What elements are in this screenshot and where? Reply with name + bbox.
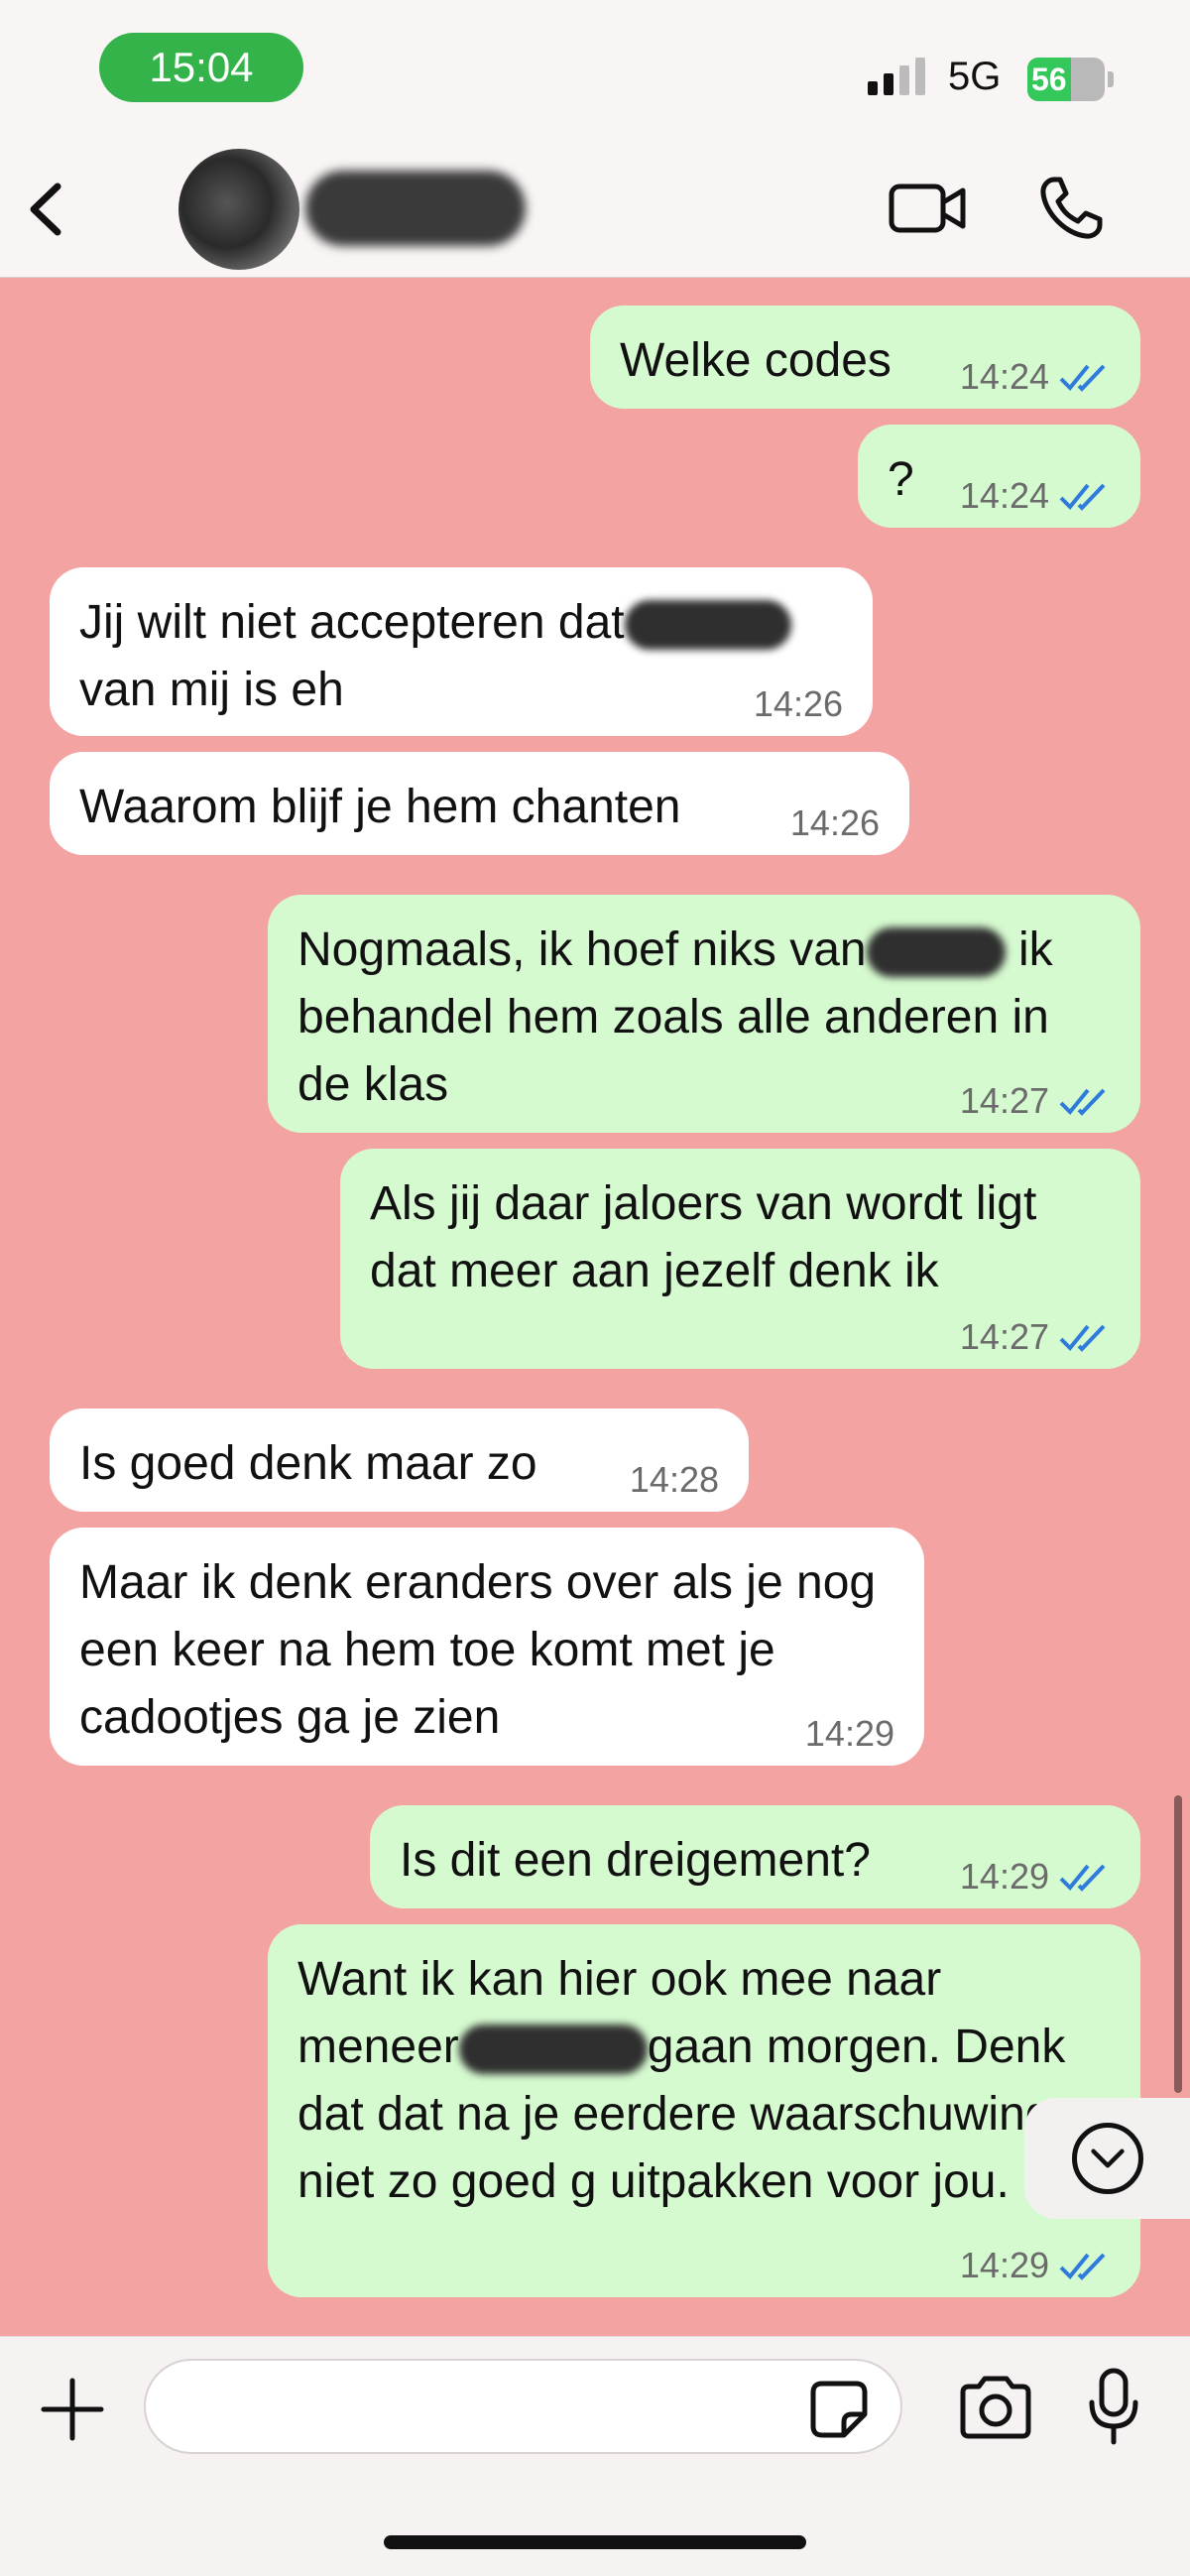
status-time: 15:04 <box>99 33 303 102</box>
read-receipt-icon <box>1059 1324 1106 1352</box>
message-incoming[interactable]: Is goed denk maar zo 14:28 <box>50 1409 749 1512</box>
message-time: 14:28 <box>629 1459 719 1500</box>
camera-icon[interactable] <box>957 2375 1034 2440</box>
video-call-icon[interactable] <box>888 179 967 238</box>
message-text: Als jij daar jaloers van wordt ligt dat … <box>370 1177 1037 1297</box>
message-text-part: van mij is eh <box>79 664 344 716</box>
status-bar: 15:04 5G 56 <box>0 0 1190 149</box>
message-text-part: Nogmaals, ik hoef niks van <box>298 923 867 976</box>
message-meta: 14:24 <box>960 357 1111 397</box>
message-time: 14:24 <box>959 356 1049 397</box>
message-incoming[interactable]: Jij wilt niet accepteren dat van mij is e… <box>50 567 873 736</box>
message-meta: 14:28 <box>630 1460 719 1500</box>
message-input[interactable] <box>144 2359 902 2454</box>
message-time: 14:27 <box>959 1316 1049 1357</box>
message-meta: 14:26 <box>790 803 880 843</box>
sticker-icon[interactable] <box>808 2379 870 2440</box>
message-text: Is goed denk maar zo <box>79 1437 537 1490</box>
message-time: 14:29 <box>804 1713 894 1754</box>
chat-header <box>0 149 1190 278</box>
plus-icon[interactable] <box>40 2377 105 2442</box>
message-outgoing[interactable]: Is dit een dreigement? 14:29 <box>370 1805 1140 1908</box>
message-meta: 14:26 <box>754 684 843 724</box>
message-meta: 14:29 <box>960 2246 1111 2285</box>
message-meta: 14:27 <box>960 1317 1111 1357</box>
read-receipt-icon <box>1059 2253 1106 2280</box>
message-meta: 14:29 <box>805 1714 894 1754</box>
message-text-part: Jij wilt niet accepteren dat <box>79 596 625 649</box>
contact-name-redacted[interactable] <box>305 171 526 246</box>
battery-icon: 56 <box>1027 58 1105 101</box>
message-time: 14:24 <box>959 475 1049 516</box>
chat-messages[interactable]: Welke codes 14:24 ? 14:24 Jij wilt niet … <box>0 278 1190 2336</box>
read-receipt-icon <box>1059 1864 1106 1892</box>
message-outgoing[interactable]: Want ik kan hier ook mee naar meneer gaan… <box>268 1924 1140 2297</box>
message-text: Want ik kan hier ook mee naar meneer gaan… <box>298 1946 1111 2216</box>
message-time: 14:29 <box>959 1856 1049 1897</box>
message-text: Waarom blijf je hem chanten <box>79 781 681 833</box>
scroll-to-bottom-button[interactable] <box>1024 2098 1190 2219</box>
back-chevron-icon[interactable] <box>18 175 77 244</box>
message-outgoing[interactable]: ? 14:24 <box>858 425 1140 528</box>
redacted-name <box>866 927 1006 978</box>
signal-strength-icon <box>868 58 925 95</box>
redacted-name <box>458 2024 648 2075</box>
message-outgoing[interactable]: Nogmaals, ik hoef niks van ik behandel h… <box>268 895 1140 1133</box>
battery-percentage: 56 <box>1031 61 1067 97</box>
read-receipt-icon <box>1059 364 1106 392</box>
microphone-icon[interactable] <box>1086 2367 1141 2446</box>
message-time: 14:29 <box>959 2245 1049 2285</box>
message-meta: 14:29 <box>960 1857 1111 1897</box>
message-outgoing[interactable]: Welke codes 14:24 <box>590 306 1140 409</box>
redacted-name <box>624 600 791 651</box>
message-outgoing[interactable]: Als jij daar jaloers van wordt ligt dat … <box>340 1149 1140 1369</box>
read-receipt-icon <box>1059 483 1106 511</box>
contact-avatar[interactable] <box>178 149 299 270</box>
message-time: 14:26 <box>789 802 880 843</box>
chevron-down-icon <box>1071 2123 1143 2194</box>
message-meta: 14:27 <box>960 1081 1111 1121</box>
network-type: 5G <box>948 55 1002 98</box>
message-incoming[interactable]: Waarom blijf je hem chanten 14:26 <box>50 752 909 855</box>
message-time: 14:26 <box>753 683 843 724</box>
message-input-bar <box>0 2336 1190 2576</box>
read-receipt-icon <box>1059 1088 1106 1116</box>
message-text: Jij wilt niet accepteren dat van mij is e… <box>79 589 843 724</box>
scroll-indicator[interactable] <box>1174 1795 1182 2093</box>
message-incoming[interactable]: Maar ik denk eranders over als je nog ee… <box>50 1528 924 1766</box>
message-text: Maar ik denk eranders over als je nog ee… <box>79 1556 877 1744</box>
message-meta: 14:24 <box>960 476 1111 516</box>
home-indicator <box>384 2535 806 2549</box>
battery-cap <box>1108 71 1114 87</box>
message-time: 14:27 <box>959 1080 1049 1121</box>
voice-call-icon[interactable] <box>1036 174 1106 243</box>
